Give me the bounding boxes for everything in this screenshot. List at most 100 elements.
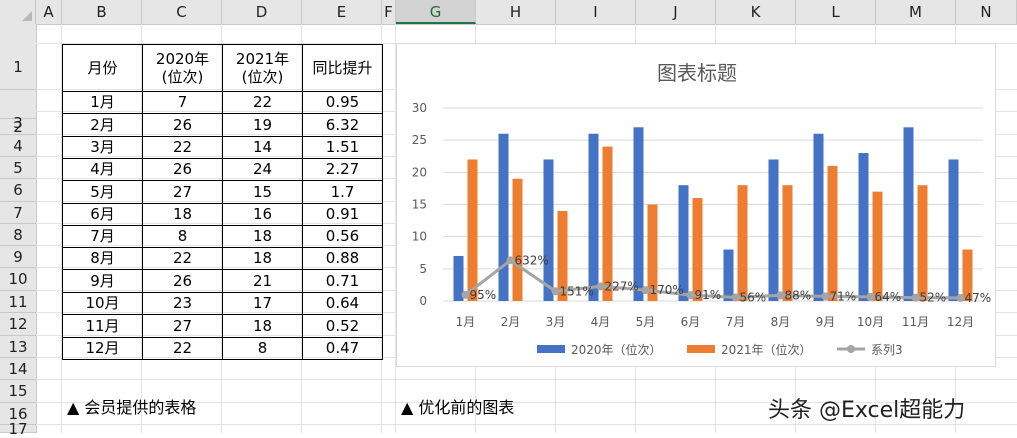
table-cell[interactable]: 3月 [62, 136, 143, 159]
table-cell[interactable]: 22 [142, 136, 223, 159]
table-cell[interactable]: 8 [222, 337, 303, 360]
row-header-7[interactable]: 7 [0, 202, 36, 224]
row-header-5[interactable]: 5 [0, 157, 36, 179]
table-cell[interactable]: 1.51 [302, 136, 383, 159]
table-cell[interactable]: 14 [222, 136, 303, 159]
table-header-cell[interactable]: 月份 [62, 44, 143, 92]
row-header-bar: 1 2 3 4 5 6 7 8 9 10 11 12 13 14 15 16 17 [0, 24, 37, 437]
table-cell[interactable]: 0.56 [302, 225, 383, 248]
table-cell[interactable]: 22 [142, 247, 223, 270]
table-cell[interactable]: 18 [142, 203, 223, 226]
table-cell[interactable]: 6.32 [302, 113, 383, 137]
data-label: 151% [560, 284, 594, 298]
table-header-cell[interactable]: 同比提升 [302, 44, 383, 92]
table-header-cell[interactable]: 2021年 (位次) [222, 44, 303, 92]
column-header-i[interactable]: I [556, 0, 636, 24]
x-tick-label: 5月 [636, 315, 656, 329]
row-header-1[interactable]: 1 [0, 44, 36, 90]
table-cell[interactable]: 0.88 [302, 247, 383, 270]
column-header-bar: ABCDEFGHIJKLMN [0, 0, 1017, 25]
table-cell[interactable]: 0.52 [302, 314, 383, 338]
table-cell[interactable]: 24 [222, 158, 303, 181]
table-cell[interactable]: 18 [222, 247, 303, 270]
table-cell[interactable]: 26 [142, 113, 223, 137]
table-cell[interactable]: 0.71 [302, 269, 383, 293]
gridline-horizontal [36, 424, 1017, 425]
table-cell[interactable]: 4月 [62, 158, 143, 181]
x-tick-label: 10月 [857, 315, 884, 329]
table-cell[interactable]: 0.95 [302, 91, 383, 114]
table-cell[interactable]: 8月 [62, 247, 143, 270]
data-label: 64% [875, 290, 902, 304]
column-header-e[interactable]: E [302, 0, 382, 24]
row-header-8[interactable]: 8 [0, 224, 36, 246]
row-header-10[interactable]: 10 [0, 268, 36, 291]
table-cell[interactable]: 0.91 [302, 203, 383, 226]
row-header-4[interactable]: 4 [0, 135, 36, 157]
table-cell[interactable]: 15 [222, 180, 303, 204]
x-tick-label: 9月 [816, 315, 836, 329]
table-cell[interactable]: 0.47 [302, 337, 383, 360]
column-header-c[interactable]: C [142, 0, 222, 24]
chart-area[interactable]: 图表标题 0 5 10 15 20 25 30 1月 2月 3月 4月 5月 6月 7月 8月 9月 10月 11月… [396, 43, 996, 367]
x-tick-label: 7月 [726, 315, 746, 329]
chart-title: 图表标题 [657, 61, 737, 85]
table-cell[interactable]: 10月 [62, 292, 143, 315]
column-header-m[interactable]: M [876, 0, 956, 24]
table-cell[interactable]: 8 [142, 225, 223, 248]
column-header-a[interactable]: A [36, 0, 62, 24]
table-cell[interactable]: 11月 [62, 314, 143, 338]
column-header-j[interactable]: J [636, 0, 716, 24]
line-point [821, 292, 830, 301]
column-header-n[interactable]: N [956, 0, 1017, 24]
table-cell[interactable]: 7 [142, 91, 223, 114]
row-header-12[interactable]: 12 [0, 313, 36, 336]
table-cell[interactable]: 26 [142, 158, 223, 181]
table-row: 1月 7 22 0.95 [62, 91, 383, 114]
table-cell[interactable]: 22 [142, 337, 223, 360]
table-cell[interactable]: 27 [142, 180, 223, 204]
row-header-13[interactable]: 13 [0, 336, 36, 358]
row-header-14[interactable]: 14 [0, 358, 36, 380]
table-cell[interactable]: 7月 [62, 225, 143, 248]
row-header-17[interactable]: 17 [0, 422, 36, 437]
column-header-b[interactable]: B [62, 0, 142, 24]
table-cell[interactable]: 18 [222, 225, 303, 248]
table-cell[interactable]: 23 [142, 292, 223, 315]
table-cell[interactable]: 12月 [62, 337, 143, 360]
table-header-cell[interactable]: 2020年 (位次) [142, 44, 223, 92]
table-cell[interactable]: 21 [222, 269, 303, 293]
table-cell[interactable]: 26 [142, 269, 223, 293]
table-cell[interactable]: 5月 [62, 180, 143, 204]
column-header-g[interactable]: G [396, 0, 476, 24]
column-header-d[interactable]: D [222, 0, 302, 24]
bar-1 [588, 133, 599, 301]
table-cell[interactable]: 2.27 [302, 158, 383, 181]
table-cell[interactable]: 1月 [62, 91, 143, 114]
line-point [506, 256, 515, 265]
table-cell[interactable]: 22 [222, 91, 303, 114]
row-header-6[interactable]: 6 [0, 179, 36, 202]
line-point [731, 293, 740, 302]
table-cell[interactable]: 1.7 [302, 180, 383, 204]
legend-label: 2021年（位次） [721, 342, 812, 357]
column-header-h[interactable]: H [476, 0, 556, 24]
table-cell[interactable]: 17 [222, 292, 303, 315]
table-cell[interactable]: 18 [222, 314, 303, 338]
table-cell[interactable]: 2月 [62, 113, 143, 137]
table-cell[interactable]: 16 [222, 203, 303, 226]
table-cell[interactable]: 0.64 [302, 292, 383, 315]
bar-1 [543, 159, 554, 301]
column-header-f[interactable]: F [382, 0, 396, 24]
table-cell[interactable]: 9月 [62, 269, 143, 293]
select-all-corner[interactable] [0, 0, 36, 24]
table-cell[interactable]: 19 [222, 113, 303, 137]
row-header-11[interactable]: 11 [0, 291, 36, 313]
row-header-9[interactable]: 9 [0, 246, 36, 268]
row-header-15[interactable]: 15 [0, 380, 36, 403]
column-header-k[interactable]: K [716, 0, 796, 24]
table-cell[interactable]: 6月 [62, 203, 143, 226]
column-header-l[interactable]: L [796, 0, 876, 24]
table-cell[interactable]: 27 [142, 314, 223, 338]
row-header-3[interactable]: 3 [0, 112, 36, 135]
